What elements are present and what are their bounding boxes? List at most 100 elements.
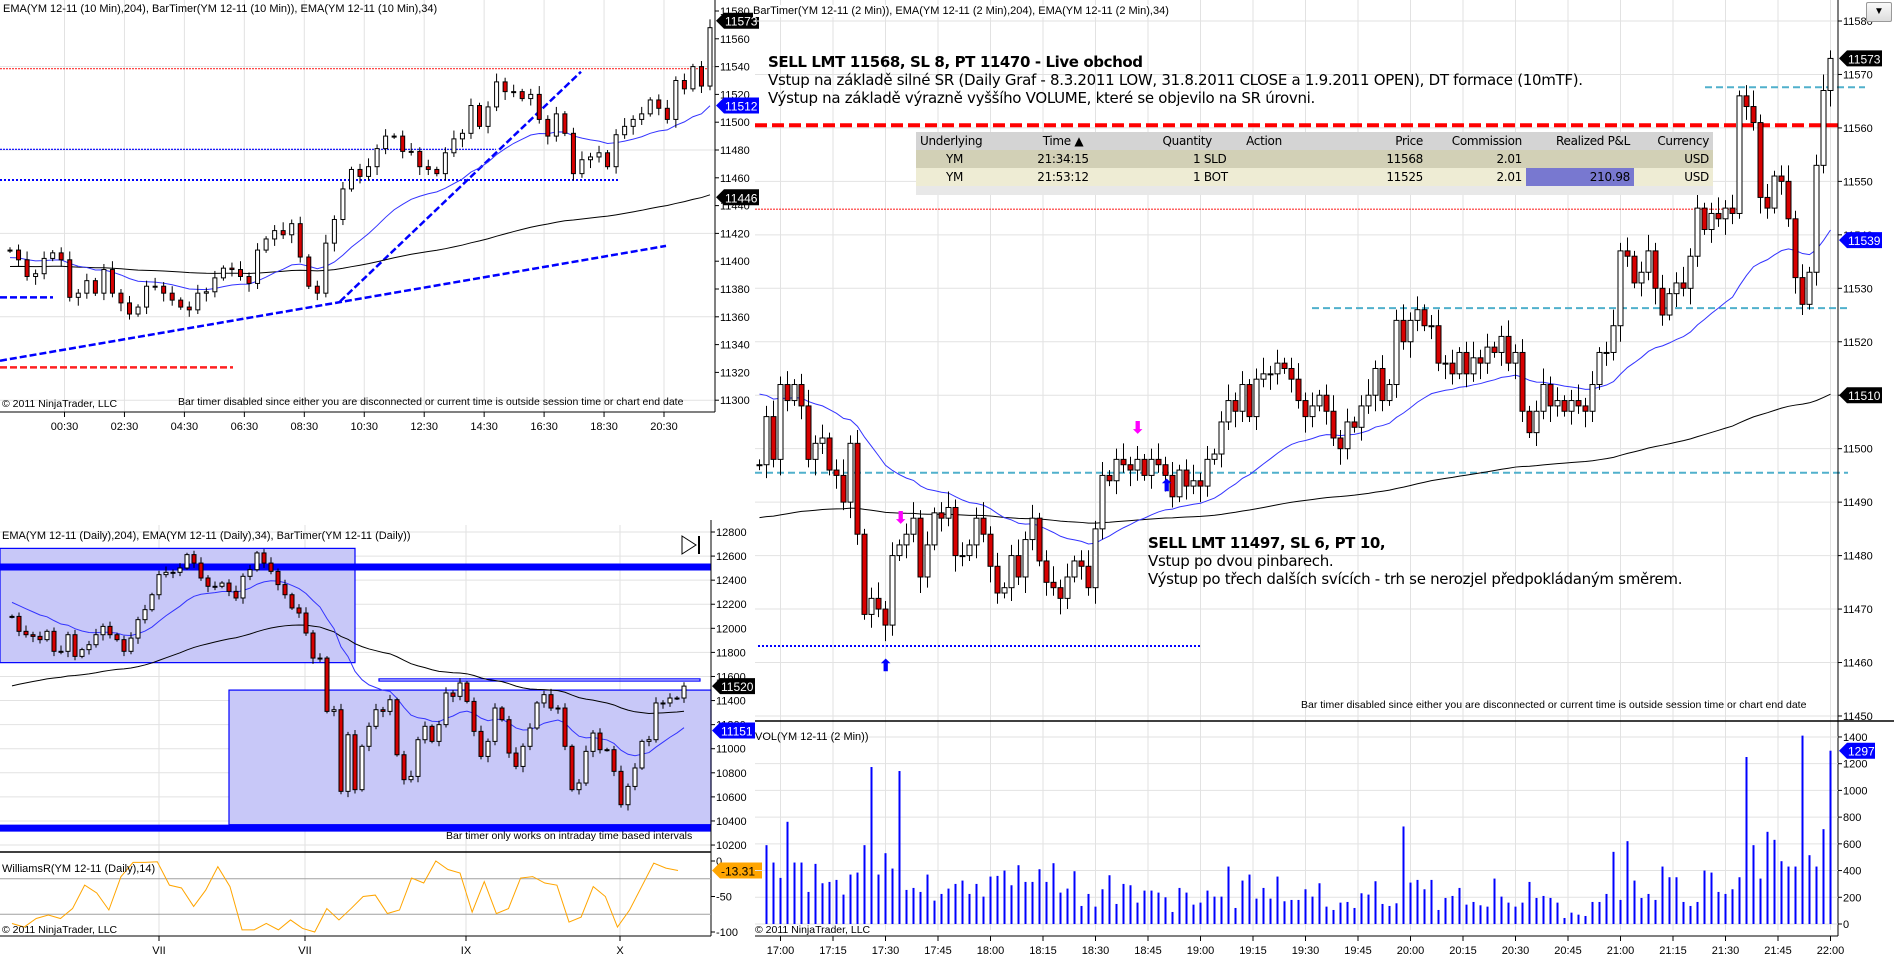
volume-bar: [1185, 892, 1188, 924]
candle-body: [1064, 576, 1071, 599]
candle-body: [387, 699, 393, 712]
candle-body: [220, 267, 226, 279]
ema-fast-line: [759, 229, 1831, 545]
candle-body: [163, 571, 169, 576]
buy-signal-arrow-icon: ⬆: [879, 658, 893, 675]
candle-body: [1596, 351, 1603, 386]
volume-bar: [1304, 889, 1307, 924]
volume-bar: [1822, 829, 1825, 924]
x-tick-label: 04:30: [171, 421, 199, 433]
volume-bar: [1479, 905, 1482, 924]
volume-bar: [1514, 906, 1517, 924]
candle-body: [536, 93, 542, 120]
volume-bar: [1339, 902, 1342, 924]
candle-body: [545, 118, 551, 137]
volume-bar: [849, 874, 852, 924]
candle-body: [92, 280, 98, 294]
volume-bar: [772, 862, 775, 924]
candle-body: [1379, 367, 1386, 402]
volume-bar: [1409, 882, 1412, 924]
col-commission[interactable]: Commission: [1427, 132, 1526, 150]
candle: [434, 166, 440, 177]
candle-body: [75, 292, 81, 298]
volume-bar: [884, 853, 887, 924]
candle: [1281, 357, 1288, 374]
candle: [1652, 242, 1659, 305]
ema-slow-line: [9, 194, 711, 274]
volume-bar: [1367, 894, 1370, 924]
volume-bar: [1311, 896, 1314, 924]
candle-body: [519, 91, 525, 100]
y-tick-label: 11480: [720, 145, 750, 157]
col-action[interactable]: Action: [1216, 132, 1312, 150]
volume-bar: [1346, 901, 1349, 924]
candle-body: [889, 555, 896, 626]
candle-body: [1372, 367, 1379, 396]
candle-body: [854, 442, 861, 535]
volume-bar: [1626, 841, 1629, 924]
col-time[interactable]: Time ▲: [993, 132, 1133, 150]
col-realized-pnl[interactable]: Realized P&L: [1526, 132, 1634, 150]
candle-body: [1239, 384, 1246, 412]
table-row[interactable]: YM 21:34:15 1 SLD 11568 2.01 USD: [916, 150, 1713, 168]
candle: [7, 247, 13, 253]
volume-bar: [1353, 907, 1356, 924]
candle: [1015, 539, 1022, 586]
candle-body: [1456, 351, 1463, 375]
candle: [1722, 200, 1729, 235]
table-row[interactable]: YM 21:53:12 1 BOT 11525 2.01 210.98 USD: [916, 168, 1713, 186]
candle: [1715, 197, 1722, 227]
volume-bar: [1668, 877, 1671, 924]
scroll-to-end-icon[interactable]: [681, 535, 701, 555]
candle-body: [261, 552, 267, 564]
volume-bar: [1199, 902, 1202, 924]
candle-body: [1540, 384, 1547, 412]
candle: [553, 106, 559, 142]
candle-body: [1302, 400, 1309, 418]
candle-body: [1659, 287, 1666, 316]
candle-body: [100, 625, 106, 636]
candle: [338, 703, 344, 795]
candle-body: [114, 634, 120, 641]
y-tick-label: 600: [1843, 839, 1861, 851]
candle-body: [118, 292, 124, 304]
volume-bar: [1164, 897, 1167, 924]
candle-body: [84, 280, 90, 294]
candle-body: [425, 166, 431, 170]
candle-body: [1806, 271, 1813, 305]
candle: [1624, 237, 1631, 267]
candle-body: [443, 692, 449, 726]
candle: [1064, 563, 1071, 610]
candle-body: [1484, 346, 1491, 364]
candle-body: [1050, 581, 1057, 589]
col-currency[interactable]: Currency: [1634, 132, 1713, 150]
candle: [1393, 309, 1400, 398]
candle: [1218, 411, 1225, 468]
chart-menu-button[interactable]: ▼: [1866, 2, 1892, 22]
volume-bar: [1731, 889, 1734, 924]
col-underlying[interactable]: Underlying: [916, 132, 993, 150]
candle: [1827, 50, 1834, 107]
candle: [263, 236, 269, 253]
trade1-exit-text: Výstup na základě výrazně vyššího VOLUME…: [768, 89, 1315, 107]
candle-body: [805, 405, 812, 460]
x-tick-label: 21:45: [1764, 945, 1792, 957]
candle: [1813, 154, 1820, 286]
candle-body: [374, 148, 380, 168]
candle: [1435, 309, 1442, 372]
candle: [854, 429, 861, 545]
x-tick-label: 19:15: [1239, 945, 1267, 957]
candle-body: [394, 699, 400, 756]
candle-body: [1729, 207, 1736, 214]
y-tick-label: 1400: [1843, 732, 1867, 744]
candle-body: [195, 292, 201, 311]
col-price[interactable]: Price: [1312, 132, 1427, 150]
candle: [468, 98, 474, 139]
col-quantity[interactable]: Quantity: [1133, 132, 1216, 150]
candle-body: [1176, 469, 1183, 498]
candle-body: [777, 384, 784, 460]
candle-body: [1666, 293, 1673, 316]
candle-body: [1204, 458, 1211, 487]
candle: [1043, 550, 1050, 596]
candle-body: [681, 685, 687, 699]
